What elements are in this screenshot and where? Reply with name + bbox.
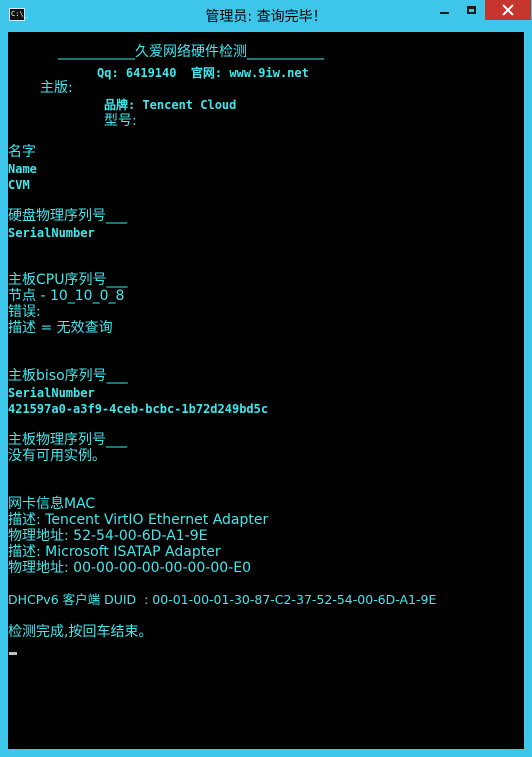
name-value: CVM — [8, 178, 30, 192]
close-button[interactable] — [485, 0, 531, 20]
nic-mac-1: 物理地址: 52-54-00-6D-A1-9E — [8, 528, 208, 544]
nic-description-2: 描述: Microsoft ISATAP Adapter — [8, 544, 221, 560]
console-output[interactable]: ___________久爱网络硬件检测___________ Qq: 64191… — [8, 32, 524, 749]
completion-message: 检测完成,按回车结束。 — [8, 624, 153, 640]
nic-description-1: 描述: Tencent VirtIO Ethernet Adapter — [8, 512, 269, 528]
minimize-icon — [440, 12, 449, 14]
name-field-label: Name — [8, 162, 37, 176]
bios-serial-value: 421597a0-a3f9-4ceb-bcbc-1b72d249bd5c — [8, 402, 269, 416]
disk-serial-header: 硬盘物理序列号___ — [8, 208, 127, 224]
console-window: C:\_ 管理员: 查询完毕！ ___________久爱网络硬件检测_____… — [0, 0, 532, 757]
contact-line: Qq: 6419140 官网: www.9iw.net — [97, 66, 309, 80]
cpu-description-line: 描述 = 无效查询 — [8, 320, 113, 336]
dhcpv6-duid-line: DHCPv6 客户端 DUID : 00-01-00-01-30-87-C2-3… — [8, 592, 437, 607]
maximize-icon — [467, 6, 476, 14]
cpu-serial-header: 主板CPU序列号___ — [8, 272, 128, 288]
bios-serial-header: 主板biso序列号___ — [8, 368, 128, 384]
maximize-button[interactable] — [458, 0, 485, 20]
board-serial-header: 主板物理序列号___ — [8, 432, 127, 448]
brand-line: 品牌: Tencent Cloud — [104, 98, 237, 112]
mainboard-header: 主版: — [40, 80, 73, 96]
title-bar[interactable]: C:\_ 管理员: 查询完毕！ — [0, 0, 532, 32]
nic-mac-2: 物理地址: 00-00-00-00-00-00-00-E0 — [8, 560, 251, 576]
model-line: 型号: — [104, 113, 137, 129]
disk-serial-label: SerialNumber — [8, 226, 95, 240]
bios-serial-label: SerialNumber — [8, 386, 95, 400]
minimize-button[interactable] — [431, 0, 458, 20]
close-icon — [502, 4, 514, 16]
text-cursor — [9, 652, 17, 655]
nic-header: 网卡信息MAC — [8, 496, 96, 512]
banner-line: ___________久爱网络硬件检测___________ — [58, 44, 324, 60]
cpu-node-line: 节点 - 10_10_0_8 — [8, 288, 125, 304]
board-serial-value: 没有可用实例。 — [8, 448, 106, 464]
name-header: 名字 — [8, 144, 36, 160]
cpu-error-line: 错误: — [8, 304, 41, 320]
